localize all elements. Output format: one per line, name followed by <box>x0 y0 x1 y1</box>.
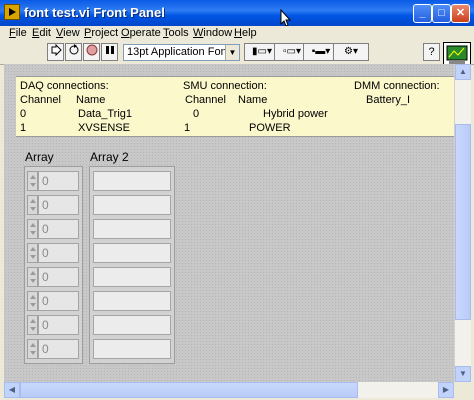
array-index-stepper[interactable] <box>27 171 38 191</box>
vertical-scroll-thumb[interactable] <box>455 124 471 320</box>
array-index-stepper[interactable] <box>27 339 38 359</box>
title-bar[interactable]: font test.vi Front Panel _ □ ✕ <box>0 0 474 26</box>
horizontal-scrollbar[interactable]: ◀ ▶ <box>4 382 454 398</box>
array-element[interactable]: 0 <box>38 195 79 215</box>
font-select[interactable]: 13pt Application Font ▼ <box>123 44 240 61</box>
dmm-name-value: Battery_I <box>366 94 411 106</box>
menu-operate[interactable]: Operate <box>121 27 161 39</box>
menu-view[interactable]: View <box>56 27 80 39</box>
array-element[interactable]: 0 <box>38 339 79 359</box>
menu-bar: File Edit View Project Operate Tools Win… <box>0 26 474 42</box>
menu-file[interactable]: File <box>9 27 27 39</box>
vertical-scrollbar[interactable]: ▲ ▼ <box>454 64 471 382</box>
array-element[interactable]: 0 <box>38 315 79 335</box>
align-objects-icon: ▮▭▾ <box>252 46 272 57</box>
scroll-up-button[interactable]: ▲ <box>455 64 471 80</box>
array-control[interactable]: 0 0 0 0 0 0 0 0 <box>24 166 83 364</box>
array-2-element[interactable] <box>93 171 171 191</box>
run-arrow-icon <box>51 43 62 57</box>
chevron-right-icon: ▶ <box>442 385 450 394</box>
daq-row-channel: 1 <box>20 122 27 134</box>
array-element[interactable]: 0 <box>38 171 79 191</box>
chevron-up-icon: ▲ <box>459 67 467 76</box>
pause-button[interactable] <box>101 43 118 61</box>
scroll-right-button[interactable]: ▶ <box>438 382 454 398</box>
smu-row-channel: 1 <box>184 122 191 134</box>
scroll-left-button[interactable]: ◀ <box>4 382 20 398</box>
menu-project[interactable]: Project <box>84 27 118 39</box>
scroll-down-button[interactable]: ▼ <box>455 366 471 382</box>
abort-button[interactable] <box>83 43 100 61</box>
array-2-element[interactable] <box>93 195 171 215</box>
menu-edit[interactable]: Edit <box>32 27 51 39</box>
font-select-value: 13pt Application Font <box>127 46 230 58</box>
smu-connection-header: SMU connection: <box>183 80 267 92</box>
run-continuously-button[interactable] <box>65 43 82 61</box>
minimize-icon: _ <box>419 7 426 19</box>
maximize-button[interactable]: □ <box>432 4 451 23</box>
help-icon: ? <box>428 46 435 58</box>
close-icon: ✕ <box>455 7 466 19</box>
array-2-element[interactable] <box>93 339 171 359</box>
menu-window[interactable]: Window <box>193 27 232 39</box>
array-2-element[interactable] <box>93 219 171 239</box>
run-button[interactable] <box>47 43 64 61</box>
smu-row-name: POWER <box>249 122 291 134</box>
array-element[interactable]: 0 <box>38 243 79 263</box>
menu-tools[interactable]: Tools <box>163 27 189 39</box>
smu-row-channel: 0 <box>193 108 200 120</box>
window-title: font test.vi Front Panel <box>24 5 165 20</box>
array-2-element[interactable] <box>93 243 171 263</box>
array-2-element[interactable] <box>93 315 171 335</box>
array-element[interactable]: 0 <box>38 291 79 311</box>
run-continuously-icon <box>69 44 78 55</box>
array-element[interactable]: 0 <box>38 219 79 239</box>
resize-objects-icon: ▪▬▾ <box>311 46 331 57</box>
close-button[interactable]: ✕ <box>451 4 470 23</box>
array-element[interactable]: 0 <box>38 267 79 287</box>
array-2-label: Array 2 <box>90 150 129 164</box>
smu-name-column: Name <box>238 94 268 106</box>
array-index-stepper[interactable] <box>27 267 38 287</box>
maximize-icon: □ <box>438 7 445 19</box>
smu-row-name: Hybrid power <box>263 108 328 120</box>
dmm-connection-header: DMM connection: <box>354 80 440 92</box>
daq-name-column: Name <box>76 94 106 106</box>
menu-help[interactable]: Help <box>234 27 257 39</box>
abort-stop-icon <box>86 44 97 56</box>
pause-icon <box>105 46 114 54</box>
toolbar: 13pt Application Font ▼ ▮▭▾ ▫▭▾ ▪▬▾ ⚙▾ ? <box>0 42 474 68</box>
horizontal-scroll-thumb[interactable] <box>20 382 358 398</box>
array-2-element[interactable] <box>93 291 171 311</box>
distribute-objects-icon: ▫▭▾ <box>282 46 301 57</box>
array-index-stepper[interactable] <box>27 195 38 215</box>
chevron-down-icon[interactable]: ▼ <box>225 45 239 60</box>
reorder-button[interactable]: ⚙▾ <box>333 43 369 61</box>
daq-row-name: Data_Trig1 <box>78 108 133 120</box>
mouse-cursor-icon <box>280 9 292 27</box>
reorder-icon: ⚙▾ <box>344 46 358 57</box>
array-index-stepper[interactable] <box>27 219 38 239</box>
array-index-stepper[interactable] <box>27 291 38 311</box>
array-2-control[interactable] <box>89 166 175 364</box>
connections-info-label: DAQ connections: SMU connection: DMM con… <box>16 76 470 137</box>
daq-channel-column: Channel <box>20 94 61 106</box>
array-label: Array <box>25 150 54 164</box>
chevron-left-icon: ◀ <box>8 385 16 394</box>
chevron-down-icon: ▼ <box>459 369 467 378</box>
labview-vi-icon[interactable] <box>4 4 20 20</box>
context-help-button[interactable]: ? <box>423 43 440 61</box>
array-index-stepper[interactable] <box>27 315 38 335</box>
scrollbar-corner <box>454 382 470 398</box>
array-2-element[interactable] <box>93 267 171 287</box>
daq-row-name: XVSENSE <box>78 122 130 134</box>
array-index-stepper[interactable] <box>27 243 38 263</box>
daq-connections-header: DAQ connections: <box>20 80 109 92</box>
smu-channel-column: Channel <box>185 94 226 106</box>
daq-row-channel: 0 <box>20 108 27 120</box>
minimize-button[interactable]: _ <box>413 4 432 23</box>
